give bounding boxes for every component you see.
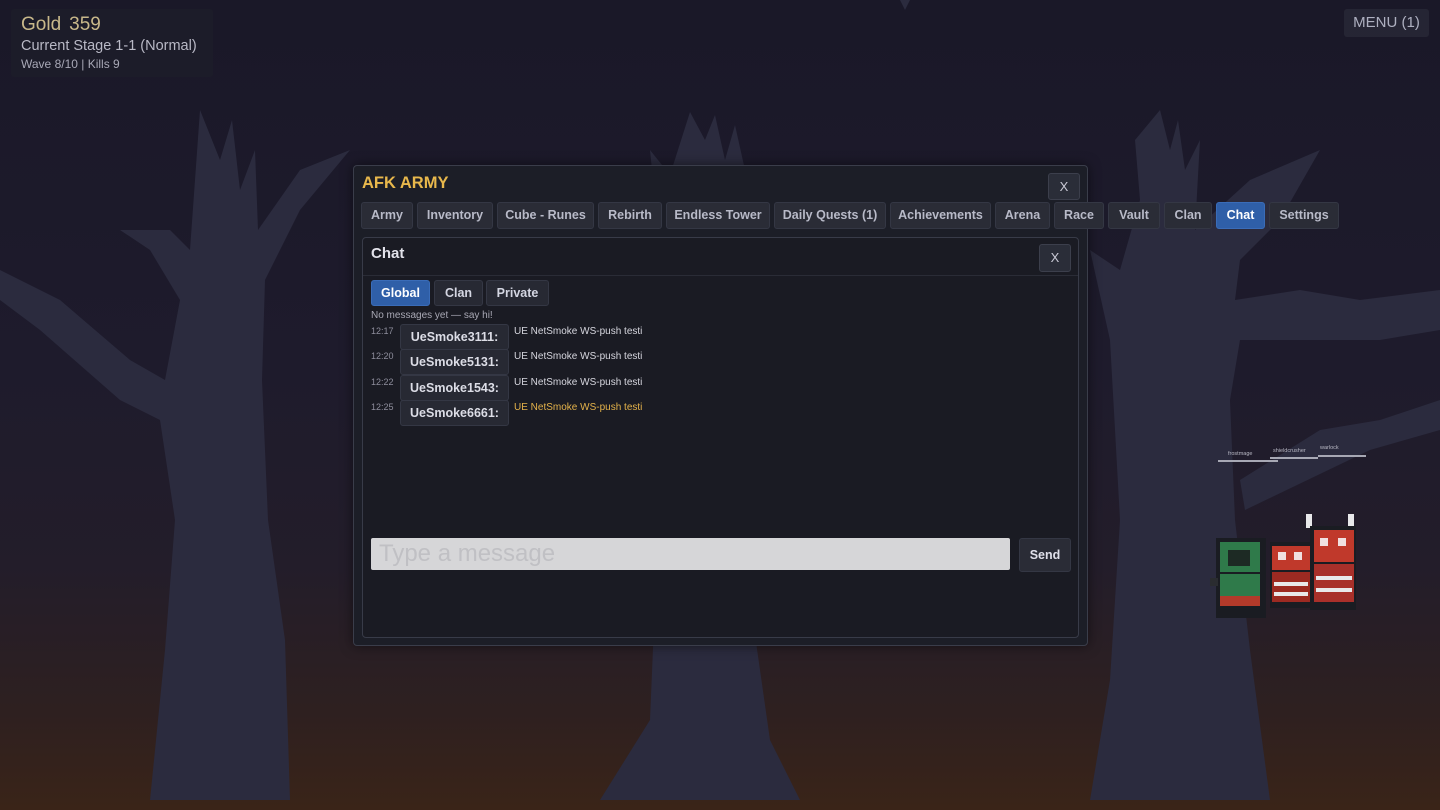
message-text-highlighted: UE NetSmoke WS-push testi xyxy=(514,402,643,413)
warlock-unit-sprite xyxy=(1306,514,1356,610)
tab-daily-quests[interactable]: Daily Quests (1) xyxy=(774,202,886,229)
message-username-button[interactable]: UeSmoke5131: xyxy=(400,349,509,375)
frostmage-unit-sprite xyxy=(1210,538,1266,618)
subtab-clan[interactable]: Clan xyxy=(434,280,483,306)
gold-label: Gold xyxy=(21,14,62,35)
unit-name-label: warlock xyxy=(1320,445,1339,451)
menu-button[interactable]: MENU (1) xyxy=(1344,9,1429,37)
tab-vault[interactable]: Vault xyxy=(1108,202,1160,229)
subtab-global[interactable]: Global xyxy=(371,280,430,306)
tab-rebirth[interactable]: Rebirth xyxy=(598,202,662,229)
chat-close-button[interactable]: X xyxy=(1039,244,1071,272)
army-units xyxy=(1210,514,1356,618)
unit-name-label: shieldcrusher xyxy=(1273,448,1306,454)
message-username-button[interactable]: UeSmoke6661: xyxy=(400,400,509,426)
tab-clan[interactable]: Clan xyxy=(1164,202,1212,229)
chat-panel: Chat X Global Clan Private No messages y… xyxy=(362,237,1079,638)
chat-title: Chat xyxy=(371,245,405,262)
window-close-button[interactable]: X xyxy=(1048,173,1080,200)
message-username-button[interactable]: UeSmoke3111: xyxy=(400,324,509,350)
message-time: 12:20 xyxy=(371,351,394,361)
game-window: AFK ARMY X Army Inventory Cube - Runes R… xyxy=(353,165,1339,646)
message-text: UE NetSmoke WS-push testi xyxy=(514,351,643,362)
send-button[interactable]: Send xyxy=(1019,538,1071,572)
tab-chat[interactable]: Chat xyxy=(1216,202,1265,229)
tab-inventory[interactable]: Inventory xyxy=(417,202,493,229)
message-text: UE NetSmoke WS-push testi xyxy=(514,326,643,337)
tab-achievements[interactable]: Achievements xyxy=(890,202,991,229)
shieldcrusher-unit-sprite xyxy=(1270,542,1314,608)
message-username-button[interactable]: UeSmoke1543: xyxy=(400,375,509,401)
window-title: AFK ARMY xyxy=(362,174,449,192)
tab-army[interactable]: Army xyxy=(361,202,413,229)
empty-chat-note: No messages yet — say hi! xyxy=(371,310,493,321)
current-stage: Current Stage 1-1 (Normal) xyxy=(21,38,197,54)
message-time: 12:17 xyxy=(371,326,394,336)
wave-kills: Wave 8/10 | Kills 9 xyxy=(21,57,120,71)
unit-health-bar xyxy=(1318,455,1366,457)
unit-health-bar xyxy=(1270,457,1318,459)
message-time: 12:25 xyxy=(371,402,394,412)
chat-message-input[interactable] xyxy=(371,538,1010,570)
unit-health-bar xyxy=(1218,460,1278,462)
tab-arena[interactable]: Arena xyxy=(995,202,1050,229)
subtab-private[interactable]: Private xyxy=(486,280,549,306)
tab-race[interactable]: Race xyxy=(1054,202,1104,229)
tab-cube-runes[interactable]: Cube - Runes xyxy=(497,202,594,229)
gold-display: Gold 359 xyxy=(21,14,101,36)
unit-nameplates: frostmage shieldcrusher warlock xyxy=(1218,445,1366,466)
gold-value: 359 xyxy=(69,14,101,35)
message-time: 12:22 xyxy=(371,377,394,387)
tab-endless-tower[interactable]: Endless Tower xyxy=(666,202,770,229)
chat-header-divider xyxy=(363,275,1078,276)
unit-name-label: frostmage xyxy=(1228,451,1253,457)
tab-settings[interactable]: Settings xyxy=(1269,202,1339,229)
message-text: UE NetSmoke WS-push testi xyxy=(514,377,643,388)
stats-hud: Gold 359 Current Stage 1-1 (Normal) Wave … xyxy=(11,9,213,77)
left-tree xyxy=(0,110,350,800)
